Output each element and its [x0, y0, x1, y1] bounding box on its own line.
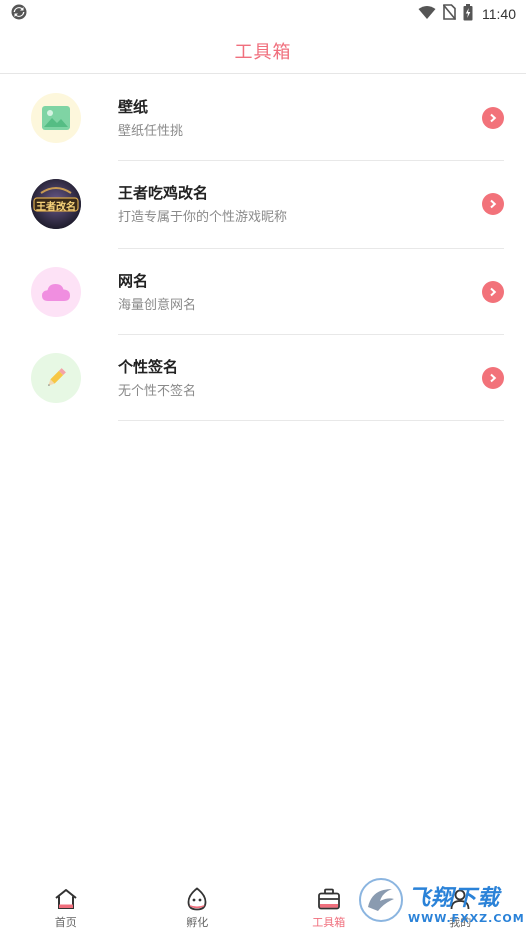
watermark-logo-icon [358, 877, 404, 927]
status-bar: 11:40 [0, 0, 526, 28]
tool-subtitle: 壁纸任性挑 [118, 124, 184, 139]
status-time: 11:40 [482, 6, 516, 22]
chevron-right-icon[interactable] [482, 367, 504, 389]
tool-subtitle: 海量创意网名 [118, 298, 197, 313]
no-sim-icon [442, 4, 457, 24]
page-header: 工具箱 [0, 28, 526, 74]
watermark: 飞翔下载 WWW.FXXZ.COM [358, 876, 524, 928]
chevron-right-icon[interactable] [482, 107, 504, 129]
pencil-icon [31, 353, 81, 403]
tool-subtitle: 无个性不签名 [118, 384, 197, 399]
nav-tab-hatch[interactable]: 孵化 [132, 880, 264, 936]
tool-item-wallpaper[interactable]: 壁纸 壁纸任性挑 [0, 75, 526, 161]
tool-subtitle: 打造专属于你的个性游戏昵称 [118, 210, 288, 225]
tool-list: 壁纸 壁纸任性挑 王者改名 王者吃鸡改名 打造专属于你的个性游戏昵称 网名 海量… [0, 75, 526, 421]
chevron-right-icon[interactable] [482, 193, 504, 215]
sync-status-icon [11, 4, 27, 24]
tool-title: 个性签名 [118, 358, 179, 376]
nav-label: 孵化 [186, 916, 209, 929]
egg-icon [184, 886, 210, 912]
nav-label: 首页 [54, 916, 77, 929]
wifi-icon [418, 5, 436, 24]
page-title: 工具箱 [234, 41, 292, 63]
tool-title: 网名 [118, 272, 149, 290]
home-icon [53, 886, 79, 912]
tool-title: 王者吃鸡改名 [118, 184, 209, 202]
game-badge-text: 王者改名 [36, 202, 76, 213]
nav-label: 工具箱 [312, 916, 346, 929]
divider [118, 420, 504, 421]
tool-item-nickname[interactable]: 网名 海量创意网名 [0, 249, 526, 335]
nav-tab-home[interactable]: 首页 [0, 880, 132, 936]
tool-item-signature[interactable]: 个性签名 无个性不签名 [0, 335, 526, 421]
chevron-right-icon[interactable] [482, 281, 504, 303]
toolbox-icon [316, 886, 342, 912]
tool-item-game-rename[interactable]: 王者改名 王者吃鸡改名 打造专属于你的个性游戏昵称 [0, 161, 526, 249]
tool-title: 壁纸 [118, 98, 149, 116]
watermark-name: 飞翔下载 [408, 885, 501, 911]
battery-charging-icon [463, 3, 473, 25]
wallpaper-image-icon [31, 93, 81, 143]
cloud-icon [31, 267, 81, 317]
app-screen: 11:40 工具箱 壁纸 壁纸任性挑 王者改名 王者吃鸡改名 打造专属于你的个性… [0, 0, 526, 936]
watermark-url: WWW.FXXZ.COM [408, 911, 525, 925]
